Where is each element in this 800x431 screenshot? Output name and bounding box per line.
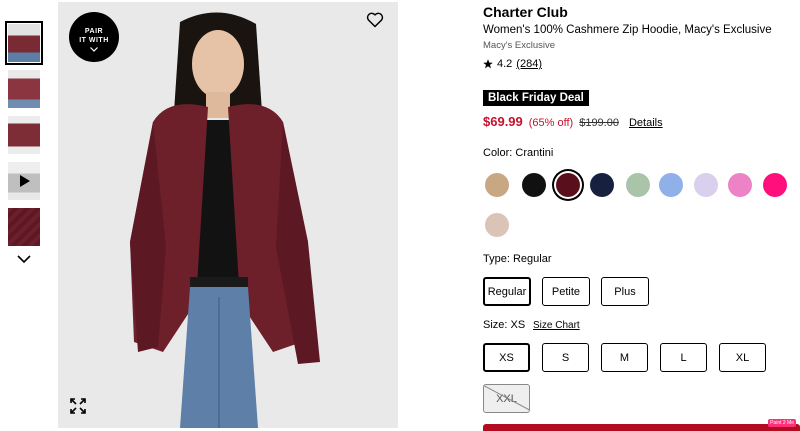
discount-percent: (65% off) <box>528 117 574 129</box>
swatch-black[interactable] <box>522 173 546 197</box>
swatch-pink[interactable] <box>728 173 752 197</box>
swatch-fuchsia[interactable] <box>763 173 787 197</box>
review-count[interactable]: (284) <box>516 58 542 70</box>
size-xs-button[interactable]: XS <box>483 343 530 372</box>
swatch-crantini[interactable] <box>556 173 580 197</box>
size-xl-button[interactable]: XL <box>719 343 766 372</box>
size-s-button[interactable]: S <box>542 343 589 372</box>
swatch-blue[interactable] <box>659 173 683 197</box>
details-link[interactable]: Details <box>629 117 663 129</box>
color-label: Color: Crantini <box>483 147 554 159</box>
chevron-down-icon <box>90 47 98 52</box>
model-photo <box>130 12 320 428</box>
overlay-tag: Paint 2 Me <box>768 419 796 427</box>
price-row: $69.99 (65% off) $199.00 Details <box>483 114 663 129</box>
thumbnail-strip <box>5 21 43 254</box>
add-to-bag-button[interactable] <box>483 424 800 431</box>
play-icon <box>20 175 30 187</box>
size-xxl-button[interactable]: XXL <box>483 384 530 413</box>
swatch-navy[interactable] <box>590 173 614 197</box>
type-plus-button[interactable]: Plus <box>601 277 649 306</box>
type-petite-button[interactable]: Petite <box>542 277 590 306</box>
thumb-fabric[interactable] <box>8 208 40 246</box>
type-label: Type: Regular <box>483 253 552 265</box>
original-price: $199.00 <box>579 117 619 129</box>
pair-badge-line2: IT WITH <box>79 37 109 44</box>
heart-icon[interactable] <box>366 12 384 28</box>
pair-it-with-button[interactable]: PAIR IT WITH <box>69 12 119 62</box>
expand-icon[interactable] <box>70 398 86 414</box>
brand-name[interactable]: Charter Club <box>483 4 568 20</box>
swatch-sage[interactable] <box>626 173 650 197</box>
size-chart-link[interactable]: Size Chart <box>533 320 580 331</box>
thumb-video[interactable] <box>8 162 40 200</box>
star-icon <box>483 59 493 69</box>
swatch-lavender[interactable] <box>694 173 718 197</box>
sale-price: $69.99 <box>483 114 523 129</box>
type-regular-button[interactable]: Regular <box>483 277 531 306</box>
size-l-button[interactable]: L <box>660 343 707 372</box>
exclusive-label: Macy's Exclusive <box>483 40 556 51</box>
rating[interactable]: 4.2 (284) <box>483 58 542 70</box>
thumb-front[interactable] <box>5 21 43 65</box>
thumb-side[interactable] <box>8 116 40 154</box>
pair-badge-line1: PAIR <box>84 28 104 35</box>
thumb-back[interactable] <box>8 70 40 108</box>
size-label: Size: XS <box>483 319 526 331</box>
deal-badge: Black Friday Deal <box>483 90 589 106</box>
product-main-image[interactable]: PAIR IT WITH <box>58 2 398 428</box>
product-title: Women's 100% Cashmere Zip Hoodie, Macy's… <box>483 24 772 36</box>
size-m-button[interactable]: M <box>601 343 648 372</box>
swatch-camel[interactable] <box>485 173 509 197</box>
chevron-down-icon[interactable] <box>17 254 31 264</box>
swatch-oatmeal[interactable] <box>485 213 509 237</box>
rating-value: 4.2 <box>497 58 513 70</box>
